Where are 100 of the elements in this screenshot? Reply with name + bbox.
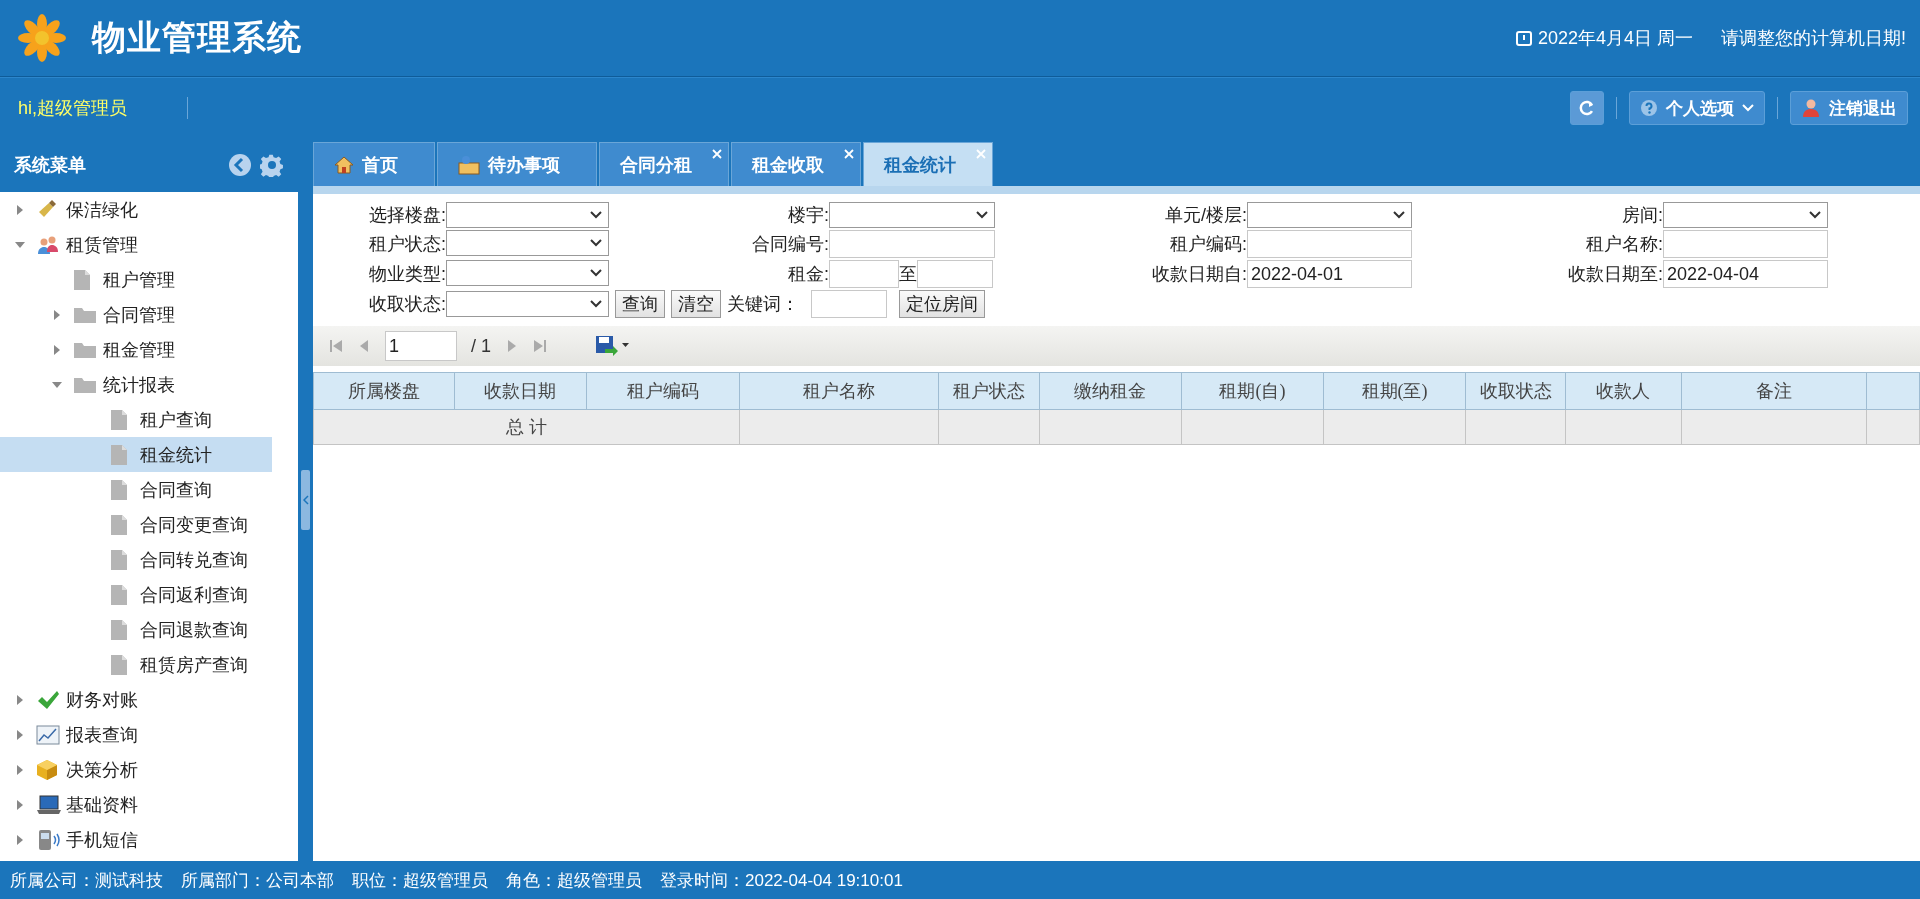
status-text: 所属公司：测试科技 [10,869,163,892]
page-total: / 1 [471,335,491,357]
collapse-icon[interactable] [228,153,252,177]
app-title: 物业管理系统 [92,17,302,58]
column-header: 租户状态 [938,372,1040,410]
menu-item[interactable]: 财务对账 [0,682,272,717]
dropdown-field[interactable] [446,230,609,256]
menu-item[interactable]: 基础资料 [0,787,272,822]
tab[interactable]: 首页 [313,142,435,186]
column-header: 收款人 [1565,372,1682,410]
menu-item[interactable]: 合同转兑查询 [0,542,272,577]
menu-item[interactable]: 租赁管理 [0,227,272,262]
menu-item[interactable]: 保洁绿化 [0,192,272,227]
personal-options-button[interactable]: 个人选项 [1629,91,1765,125]
document-icon [110,583,128,606]
text-field[interactable] [829,260,899,288]
document-icon [110,408,128,431]
date-notice: 请调整您的计算机日期! [1721,27,1906,50]
menu-item[interactable]: 租户查询 [0,402,272,437]
menu-item[interactable]: 租金管理 [0,332,272,367]
menu-item[interactable]: 合同查询 [0,472,272,507]
text-field[interactable] [829,230,995,258]
last-page-icon[interactable] [533,339,547,353]
menu-item[interactable]: 租赁房产查询 [0,647,272,682]
dropdown-field[interactable] [446,202,609,228]
column-header: 收款日期 [454,372,587,410]
menu-item[interactable]: 决策分析 [0,752,272,787]
page-number-field[interactable]: 1 [385,331,457,361]
document-icon [110,478,128,501]
filter-button[interactable]: 查询 [615,290,665,318]
tab[interactable]: 待办事项 [437,142,597,186]
keyword-field[interactable] [811,290,887,318]
field-label: 租户编码: [1169,233,1247,256]
column-header: 所属楼盘 [313,372,455,410]
menu-item[interactable]: 合同退款查询 [0,612,272,647]
menu-item[interactable]: 报表查询 [0,717,272,752]
flower-logo-icon [16,12,68,64]
document-icon [110,653,128,676]
chevron-down-icon [590,300,602,308]
column-header: 收取状态 [1465,372,1566,410]
close-icon[interactable] [712,149,722,159]
dropdown-field[interactable] [1247,202,1412,228]
menu-item[interactable]: 合同变更查询 [0,507,272,542]
splitter-handle[interactable] [301,469,310,530]
chevron-down-icon [590,239,602,247]
tray-icon [458,154,480,175]
text-field[interactable] [917,260,993,288]
menu-item[interactable]: 租户管理 [0,262,272,297]
house-icon [334,155,354,174]
text-field[interactable]: 2022-04-01 [1247,260,1412,288]
column-header: 租户名称 [739,372,939,410]
person-icon [1801,98,1821,118]
menu-item[interactable]: 统计报表 [0,367,272,402]
dropdown-field[interactable] [446,291,609,317]
first-page-icon[interactable] [329,339,343,353]
tab[interactable]: 合同分租 [599,142,729,186]
tab[interactable]: 租金统计 [863,142,993,186]
menu-item[interactable]: 手机短信 [0,822,272,857]
field-label: 租户状态: [368,233,446,256]
column-header: 租期(自) [1181,372,1324,410]
folder-icon [73,340,97,359]
filter-button[interactable]: 清空 [671,290,721,318]
help-icon [1640,99,1658,117]
document-icon [110,513,128,536]
text-field[interactable] [1663,230,1828,258]
settings-icon[interactable] [260,153,284,177]
menu-item[interactable]: 合同返利查询 [0,577,272,612]
menu-item[interactable]: 合同管理 [0,297,272,332]
dropdown-field[interactable] [1663,202,1828,228]
mobile-phone-icon [36,828,62,851]
status-text: 所属部门：公司本部 [181,869,334,892]
tab[interactable]: 租金收取 [731,142,861,186]
menu-item[interactable]: 租金统计 [0,437,272,472]
text-field[interactable] [1247,230,1412,258]
field-label: 收款日期自: [1151,263,1247,286]
laptop-icon [36,794,62,815]
document-icon [110,618,128,641]
chevron-down-icon [590,211,602,219]
column-header: 租户编码 [586,372,740,410]
folder-icon [73,375,97,394]
refresh-icon [1579,100,1595,116]
date-text: 2022年4月4日 周一 [1537,27,1693,50]
greeting-text: hi,超级管理员 [18,97,127,120]
calendar-icon [1515,30,1532,46]
locate-room-button[interactable]: 定位房间 [899,290,985,318]
dropdown-field[interactable] [829,202,995,228]
chevron-down-icon [590,269,602,277]
chevron-down-icon [1809,211,1821,219]
refresh-button[interactable] [1570,91,1604,125]
column-header: 备注 [1681,372,1867,410]
chevron-down-icon [1393,211,1405,219]
text-field[interactable]: 2022-04-04 [1663,260,1828,288]
close-icon[interactable] [844,149,854,159]
range-separator: 至 [899,263,917,286]
dropdown-field[interactable] [446,260,609,286]
sidebar-title: 系统菜单 [14,154,87,177]
logout-button[interactable]: 注销退出 [1790,91,1908,125]
cube-icon [36,758,58,781]
field-label: 房间: [1621,204,1663,227]
save-icon[interactable] [595,335,629,357]
